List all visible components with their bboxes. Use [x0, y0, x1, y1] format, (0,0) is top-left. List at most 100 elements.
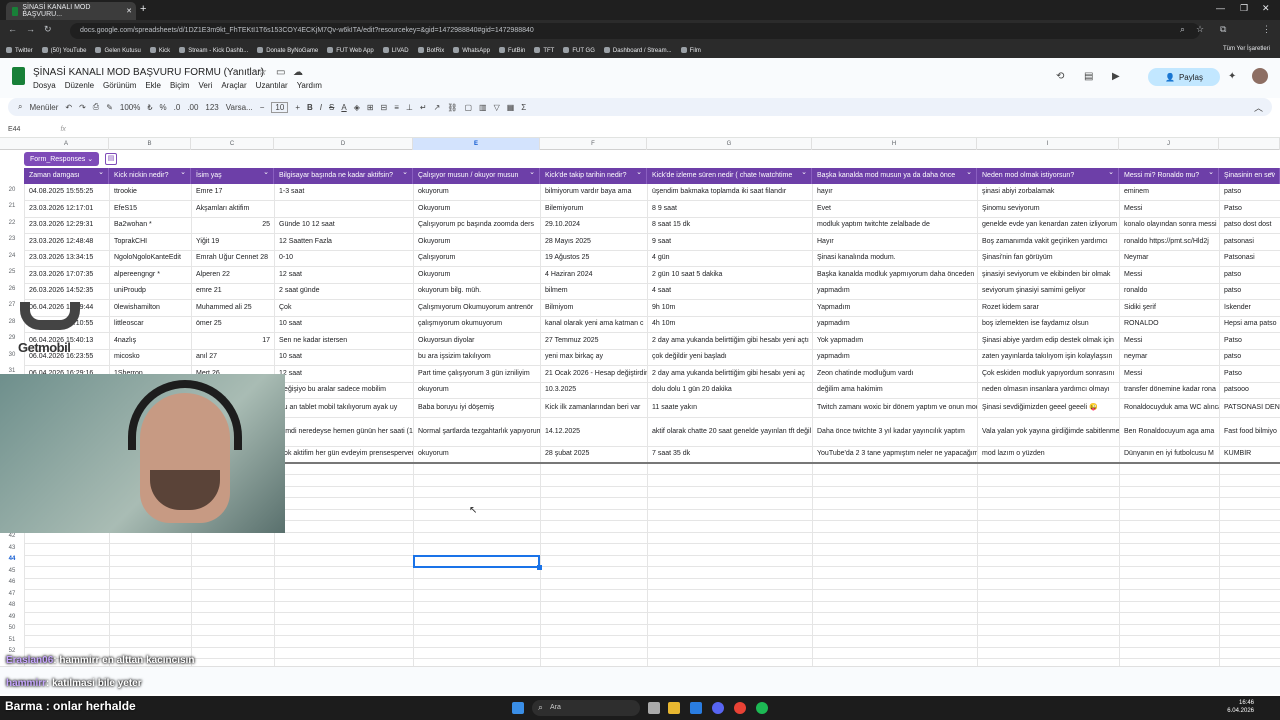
table-cell[interactable]: Ba2wohan *	[109, 220, 191, 230]
row-number[interactable]: 26	[0, 286, 24, 292]
table-cell[interactable]: emre 21	[191, 286, 274, 296]
increase-decimal[interactable]: .00	[187, 103, 198, 112]
url-input[interactable]: docs.google.com/spreadsheets/d/1DZ1E3m9k…	[70, 23, 1200, 39]
column-header-b[interactable]: B	[109, 138, 191, 150]
header-cell[interactable]: İsim yaş	[191, 168, 274, 184]
table-cell[interactable]: Part time çalışıyorum 3 gün izniliyim	[413, 369, 540, 379]
table-cell[interactable]: Messi	[1119, 204, 1219, 214]
reload-icon[interactable]: ↻	[44, 24, 52, 35]
bookmark-item[interactable]: FUT Web App	[327, 47, 373, 54]
table-cell[interactable]: Ronaldocuyduk ama WC alınca	[1119, 403, 1219, 413]
bookmark-star-icon[interactable]: ☆	[1196, 24, 1204, 35]
table-cell[interactable]: 9h 10m	[647, 303, 812, 313]
table-cell[interactable]: 4 saat	[647, 286, 812, 296]
table-cell[interactable]: Patso	[1219, 204, 1280, 214]
more-formats[interactable]: 123	[205, 103, 218, 112]
row-number[interactable]: 45	[0, 568, 24, 574]
table-cell[interactable]: KUMBİR	[1219, 449, 1280, 459]
table-cell[interactable]: patso dost dost	[1219, 220, 1280, 230]
column-header-j[interactable]: J	[1119, 138, 1219, 150]
table-cell[interactable]: İskender	[1219, 303, 1280, 313]
chart-icon[interactable]: ▥	[479, 103, 487, 112]
table-cell[interactable]: Değişiyo bu aralar sadece mobilim	[274, 385, 413, 395]
table-cell[interactable]: eminem	[1119, 187, 1219, 197]
undo-icon[interactable]: ↶	[65, 103, 72, 112]
table-cell[interactable]: ronaldo https://pmt.sc/Hld2j	[1119, 237, 1219, 247]
table-cell[interactable]: Şinasi sevdiğimizden geeel geeeli 😜	[977, 403, 1119, 413]
table-cell[interactable]: Messi	[1119, 336, 1219, 346]
table-cell[interactable]: Messi	[1119, 270, 1219, 280]
column-header-g[interactable]: G	[647, 138, 812, 150]
table-cell[interactable]: 2 day ama yukanda belirttiğim gibi hesab…	[647, 336, 812, 346]
cloud-status-icon[interactable]: ☁	[293, 67, 303, 78]
close-tab-icon[interactable]: ✕	[126, 7, 132, 15]
table-cell[interactable]: 2 gün 10 saat 5 dakika	[647, 270, 812, 280]
table-cell[interactable]: Günde 10 12 saat	[274, 220, 413, 230]
table-cell[interactable]: okuyorum	[413, 449, 540, 459]
menu-extensions[interactable]: Uzantılar	[256, 81, 288, 90]
table-cell[interactable]: Çalışmıyorum Okumuyorum antrenör	[413, 303, 540, 313]
table-cell[interactable]: 27 Temmuz 2025	[540, 336, 647, 346]
task-view-icon[interactable]	[648, 702, 660, 714]
table-cell[interactable]: Alperen 22	[191, 270, 274, 280]
zoom-icon[interactable]: ⌕	[1180, 24, 1185, 35]
table-cell[interactable]: YouTube'da 2 3 tane yapmıştım neler ne y…	[812, 449, 977, 459]
table-cell[interactable]: 4 Haziran 2024	[540, 270, 647, 280]
bookmark-item[interactable]: FutBin	[499, 47, 525, 54]
table-cell[interactable]: 23.03.2026 12:48:48	[24, 237, 109, 247]
table-cell[interactable]: Muhammed ali 25	[191, 303, 274, 313]
header-cell[interactable]: Kick nickin nedir?	[109, 168, 191, 184]
back-icon[interactable]: ←	[8, 24, 17, 34]
table-cell[interactable]: Bilmiyom	[540, 303, 647, 313]
table-name-chip[interactable]: Form_Responses ⌄	[24, 152, 100, 166]
bookmark-item[interactable]: WhatsApp	[453, 47, 490, 54]
table-cell[interactable]: 12 Saatten Fazla	[274, 237, 413, 247]
table-cell[interactable]: 23.03.2026 13:34:15	[24, 253, 109, 263]
selected-cell[interactable]	[413, 555, 540, 568]
table-cell[interactable]: 12 saat	[274, 270, 413, 280]
bookmark-item[interactable]: Dashboard / Stream...	[604, 47, 672, 54]
table-cell[interactable]: 12 saat	[274, 369, 413, 379]
table-cell[interactable]: Normal şartlarda tezgahtarlık yapıyorum	[413, 427, 540, 437]
column-header-f[interactable]: F	[540, 138, 647, 150]
row-number[interactable]: 52	[0, 648, 24, 654]
table-cell[interactable]: Şinomu seviyorum	[977, 204, 1119, 214]
table-cell[interactable]: Kick ilk zamanlarından beri var	[540, 403, 647, 413]
table-cell[interactable]: 4nazlış	[109, 336, 191, 346]
menu-data[interactable]: Veri	[199, 81, 213, 90]
bookmark-item[interactable]: (50) YouTube	[42, 47, 87, 54]
table-cell[interactable]: Çok aktifim her gün evdeyim prensesperve…	[274, 449, 413, 459]
header-cell[interactable]: Kick'de izleme süren nedir ( chate !watc…	[647, 168, 812, 184]
table-cell[interactable]: çalışmıyorum okumuyorum	[413, 319, 540, 329]
menu-view[interactable]: Görünüm	[103, 81, 136, 90]
table-cell[interactable]: Rozet kidem sarar	[977, 303, 1119, 313]
table-cell[interactable]: boş izlemekten ise faydamız olsun	[977, 319, 1119, 329]
bookmark-item[interactable]: Film	[681, 47, 701, 54]
bookmark-item[interactable]: Kick	[150, 47, 170, 54]
row-number[interactable]: 47	[0, 591, 24, 597]
row-number[interactable]: 42	[0, 533, 24, 539]
row-number[interactable]: 50	[0, 625, 24, 631]
window-close-icon[interactable]: ✕	[1262, 3, 1270, 14]
table-cell[interactable]: micosko	[109, 352, 191, 362]
row-number[interactable]: 23	[0, 236, 24, 242]
meet-icon[interactable]: ▶	[1112, 71, 1120, 82]
table-cell[interactable]: Sidiki şerif	[1119, 303, 1219, 313]
table-cell[interactable]: patso	[1219, 286, 1280, 296]
table-cell[interactable]: 8 9 saat	[647, 204, 812, 214]
table-cell[interactable]: 9 saat	[647, 237, 812, 247]
header-cell[interactable]: Kick'de takip tarihin nedir?	[540, 168, 647, 184]
link-icon[interactable]: ⛓	[447, 103, 457, 112]
gemini-icon[interactable]: ✦	[1228, 71, 1236, 82]
print-icon[interactable]: ⎙	[93, 102, 99, 112]
share-button[interactable]: 👤 Paylaş	[1148, 68, 1220, 86]
font-select[interactable]: Varsa...	[226, 103, 253, 112]
table-cell[interactable]: ronaldo	[1119, 286, 1219, 296]
bookmark-item[interactable]: TFT	[534, 47, 554, 54]
table-cell[interactable]: kanal olarak yeni ama katman c	[540, 319, 647, 329]
header-cell[interactable]: Başka kanalda mod musun ya da daha önce	[812, 168, 977, 184]
table-cell[interactable]: 21 Ocak 2026 - Hesap değiştirdim	[540, 369, 647, 379]
table-cell[interactable]: patso	[1219, 352, 1280, 362]
table-cell[interactable]: yapmadım	[812, 352, 977, 362]
table-cell[interactable]: 0lewishamilton	[109, 303, 191, 313]
